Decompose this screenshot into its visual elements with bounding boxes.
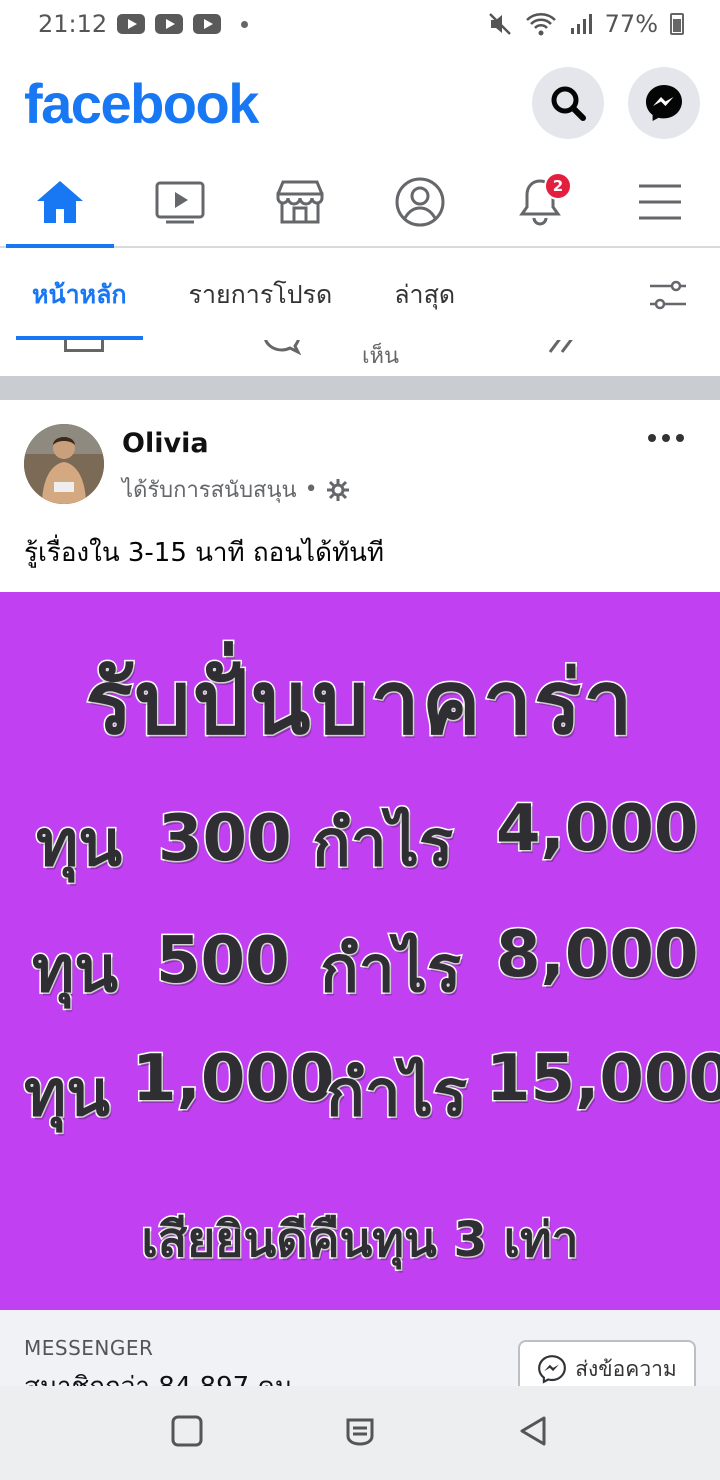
app-header: facebook	[0, 48, 720, 158]
promo-capital-label: ทุน	[23, 1056, 112, 1133]
post-meta: ได้รับการสนับสนุน •	[122, 472, 350, 507]
home-icon	[37, 181, 83, 223]
status-bar: 21:12 77%	[0, 0, 720, 48]
promo-profit-label: กำไร	[318, 932, 462, 1009]
send-message-button[interactable]: ส่งข้อความ	[518, 1340, 696, 1386]
author-avatar[interactable]	[24, 424, 104, 504]
previous-post-actions: เห็น	[0, 340, 720, 376]
filter-settings-button[interactable]	[632, 250, 704, 340]
youtube-notification-icon	[155, 14, 184, 34]
tab-profile[interactable]	[360, 158, 480, 246]
system-nav-bar	[0, 1386, 720, 1480]
sliders-icon	[650, 280, 686, 310]
recent-apps-icon	[171, 1415, 203, 1447]
profile-icon	[395, 177, 445, 227]
promo-profit-label: กำไร	[310, 806, 454, 883]
promo-footer: เสียยินดีคืนทุน 3 เท่า	[140, 1211, 580, 1270]
messenger-icon	[646, 85, 682, 121]
post-caption: รู้เรื่องใน 3-15 นาที ถอนได้ทันที	[24, 538, 385, 568]
filter-recent[interactable]: ล่าสุด	[378, 250, 471, 340]
back-icon	[520, 1416, 546, 1446]
post-options-button[interactable]	[648, 434, 684, 442]
promo-profit-label: กำไร	[324, 1056, 468, 1133]
promo-row: ทุน 500 กำไร 8,000	[0, 917, 720, 1018]
promo-capital-value: 300	[157, 801, 294, 878]
youtube-notification-icon	[193, 14, 222, 34]
comment-icon	[264, 340, 302, 356]
messenger-icon	[538, 1355, 567, 1384]
more-notifications-icon	[241, 20, 249, 28]
messenger-button[interactable]	[628, 67, 700, 139]
search-button[interactable]	[532, 67, 604, 139]
promo-row: ทุน 1,000 กำไร 15,000	[0, 1041, 720, 1142]
wifi-icon	[525, 13, 556, 36]
post-header: Olivia ได้รับการสนับสนุน •	[0, 400, 720, 520]
home-button[interactable]	[343, 1414, 377, 1452]
tab-notifications[interactable]: 2	[480, 158, 600, 246]
menu-icon	[639, 184, 681, 220]
promo-profit-value: 15,000	[485, 1041, 720, 1118]
more-dots-icon	[648, 434, 656, 442]
tab-watch[interactable]	[120, 158, 240, 246]
promo-capital-value: 1,000	[130, 1041, 335, 1118]
battery-icon	[670, 13, 684, 35]
search-icon	[551, 86, 586, 121]
tab-marketplace[interactable]	[240, 158, 360, 246]
promo-row: ทุน 300 กำไร 4,000	[0, 791, 720, 892]
facebook-logo[interactable]: facebook	[24, 71, 259, 136]
signal-icon	[570, 14, 592, 34]
sponsored-label: ได้รับการสนับสนุน	[122, 478, 297, 503]
promo-title: รับปั่นบาคาร่า	[84, 650, 635, 756]
meta-separator: •	[304, 477, 318, 502]
cta-member-count: สมาชิกกว่า 84,897 คน	[24, 1366, 293, 1386]
promo-capital-value: 500	[155, 923, 292, 1000]
gear-icon	[326, 478, 349, 501]
promo-capital-label: ทุน	[31, 932, 120, 1009]
clock: 21:12	[38, 10, 108, 38]
youtube-notification-icon	[117, 14, 146, 34]
previous-post-partial-text: เห็น	[362, 344, 400, 369]
filter-home[interactable]: หน้าหลัก	[16, 250, 143, 340]
notification-badge: 2	[544, 172, 572, 200]
promo-profit-value: 4,000	[494, 791, 699, 868]
feed-filters: หน้าหลัก รายการโปรด ล่าสุด	[0, 250, 720, 340]
share-icon	[548, 340, 573, 353]
filter-favorites[interactable]: รายการโปรด	[173, 250, 349, 340]
cta-source-label: MESSENGER	[24, 1336, 154, 1360]
marketplace-icon	[276, 180, 324, 224]
main-nav: 2	[0, 158, 720, 248]
tab-menu[interactable]	[600, 158, 720, 246]
mute-icon	[488, 13, 511, 35]
like-icon	[64, 340, 104, 352]
bixby-home-icon	[346, 1418, 374, 1446]
promo-capital-label: ทุน	[35, 806, 124, 883]
watch-icon	[155, 181, 205, 224]
promo-profit-value: 8,000	[494, 917, 699, 994]
battery-percent: 77%	[604, 10, 658, 38]
back-button[interactable]	[516, 1414, 550, 1452]
send-message-label: ส่งข้อความ	[575, 1356, 677, 1381]
post-cta-bar: MESSENGER สมาชิกกว่า 84,897 คน ส่งข้อควา…	[0, 1310, 720, 1386]
recent-apps-button[interactable]	[170, 1414, 204, 1452]
tab-home[interactable]	[0, 158, 120, 248]
feed-divider	[0, 376, 720, 400]
post-author[interactable]: Olivia	[122, 428, 209, 459]
post-image[interactable]: รับปั่นบาคาร่า ทุน 300 กำไร 4,000 ทุน 50…	[0, 592, 720, 1310]
